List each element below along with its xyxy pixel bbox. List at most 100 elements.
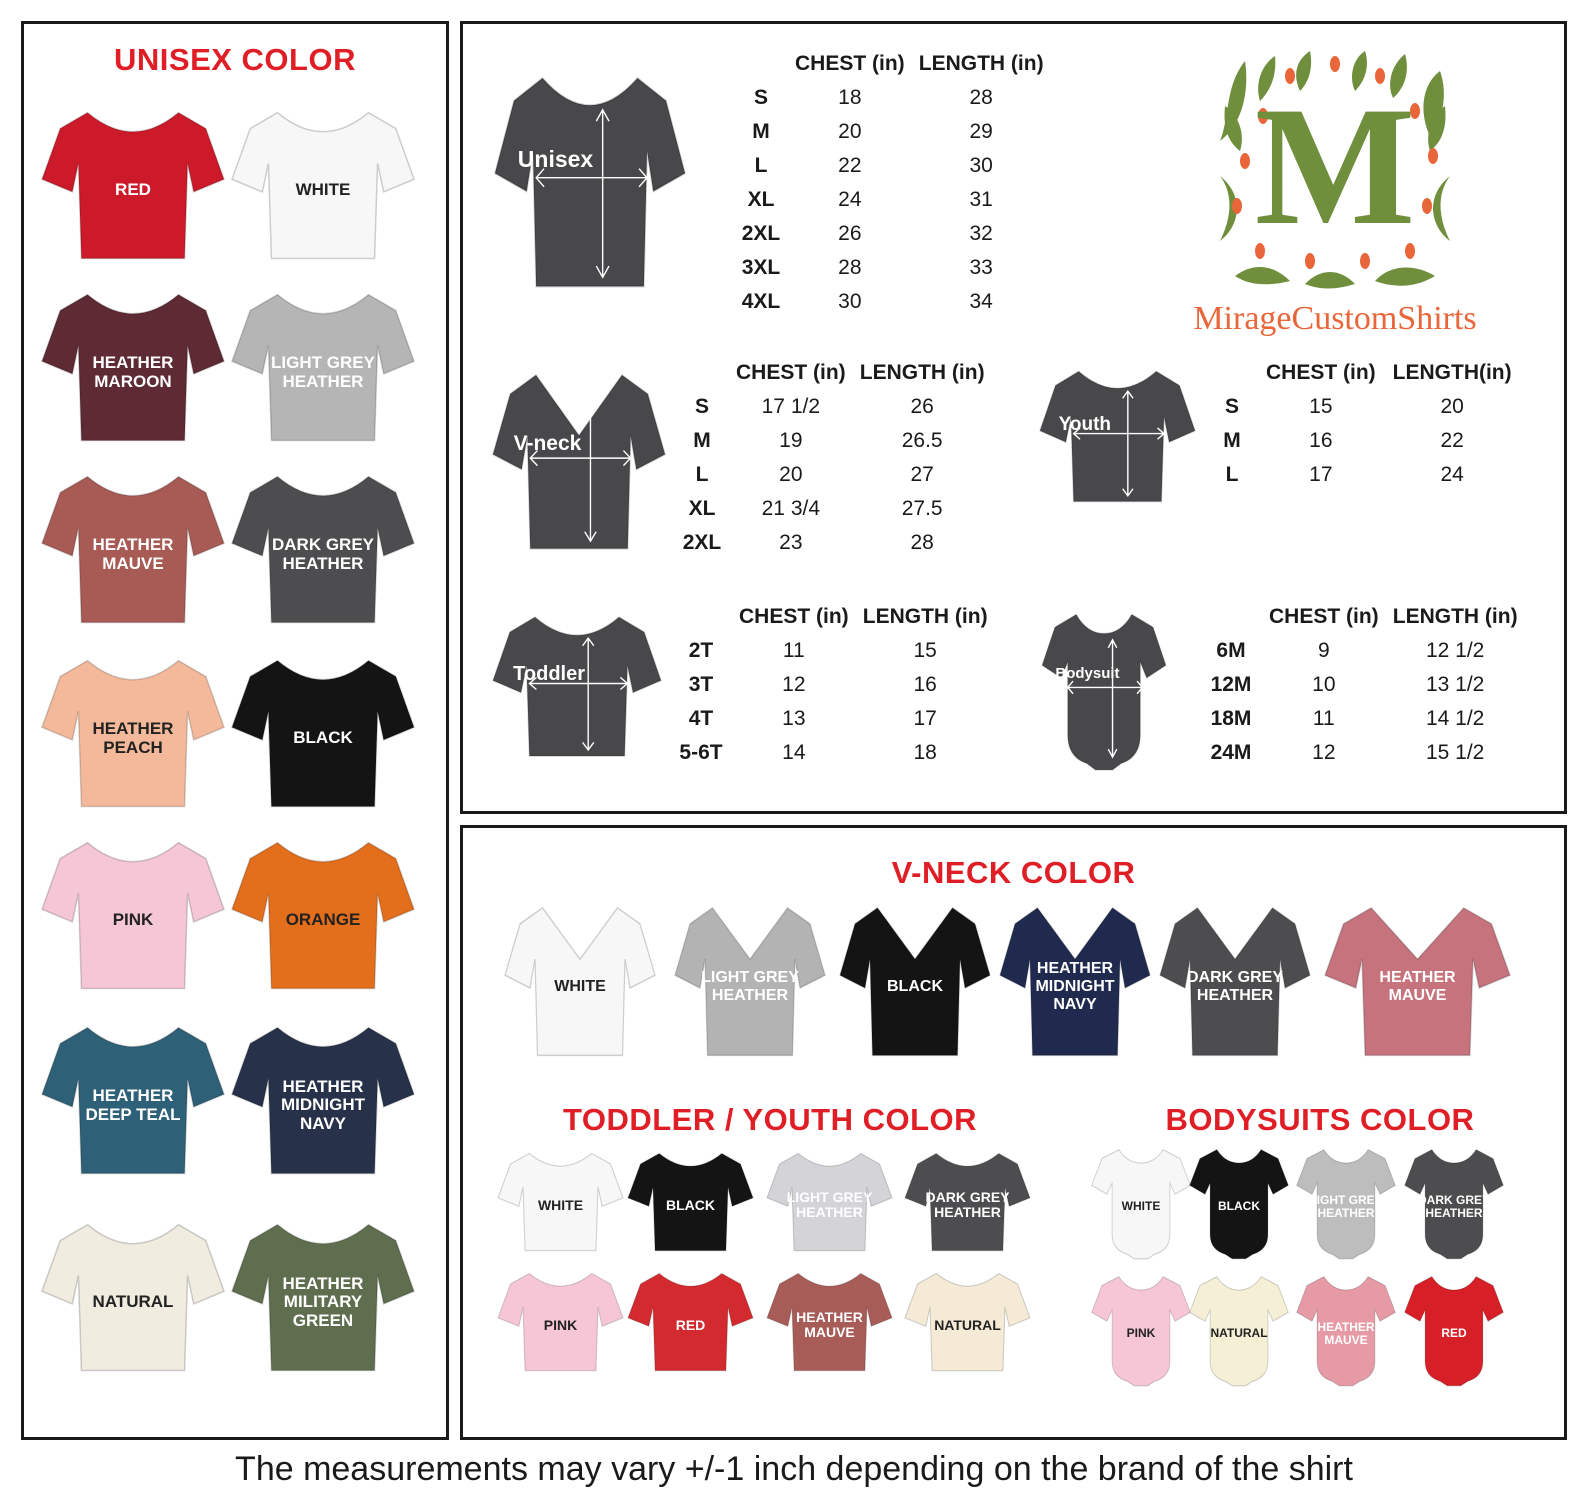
chest-value: 17 1/2: [761, 395, 821, 418]
brand-logo: M: [1215, 46, 1455, 291]
size-badge-label: V-neck: [513, 432, 582, 455]
size-diagram-shirt: Youth: [1039, 360, 1196, 510]
length-value: 28: [969, 86, 993, 109]
vneck-size-table: CHEST (in) LENGTH (in) S 17 1/2 26 M 19 26.5 L…: [675, 356, 992, 560]
chest-value: 16: [1309, 429, 1333, 452]
length-header: LENGTH(in): [1392, 361, 1512, 384]
length-value: 15: [913, 639, 937, 662]
chest-value: 13: [782, 707, 806, 730]
tshirt-shape: [674, 906, 826, 1057]
length-header: LENGTH (in): [1392, 605, 1518, 628]
chest-value: 18: [838, 86, 862, 109]
size-row: L 17 24: [1205, 458, 1522, 492]
size-row: S 18 28: [734, 81, 1051, 115]
size-badge-label: Youth: [1058, 414, 1112, 435]
chest-value: 15: [1309, 395, 1333, 418]
tshirt-shape: [41, 293, 225, 442]
bodysuit-color-swatch: DARK GREY HEATHER: [1403, 1143, 1505, 1261]
length-value: 22: [1440, 429, 1464, 452]
size-diagram-shirt: Unisex: [493, 60, 687, 300]
length-value: 27: [910, 463, 934, 486]
unisex-size-table: CHEST (in) LENGTH (in) S 18 28 M 20 29 L 22 30 XL…: [734, 47, 1051, 319]
tshirt-shape: [41, 475, 225, 624]
size-row: S 15 20: [1205, 390, 1522, 424]
tshirt-shape: [1324, 906, 1511, 1057]
tshirt-shape: [41, 111, 225, 260]
chest-value: 30: [838, 290, 862, 313]
size-label: M: [1223, 429, 1241, 452]
length-value: 12 1/2: [1425, 639, 1485, 662]
unisex-color-swatch: NATURAL: [41, 1212, 225, 1380]
tshirt-shape: [904, 1272, 1031, 1372]
size-diagram-shirt: Toddler: [492, 605, 662, 765]
size-label: 2XL: [682, 531, 722, 554]
unisex-color-swatch: WHITE: [231, 100, 415, 268]
unisex-color-swatch: HEATHER DEEP TEAL: [41, 1015, 225, 1183]
chest-header: CHEST (in): [1266, 361, 1376, 384]
size-row: L 22 30: [734, 149, 1051, 183]
chest-value: 12: [782, 673, 806, 696]
chest-value: 11: [1312, 707, 1335, 730]
size-label: XL: [688, 497, 716, 520]
length-value: 17: [913, 707, 937, 730]
bodysuit-shape: [1404, 1149, 1504, 1260]
tshirt-shape: [231, 293, 415, 442]
brand-name: MirageCustomShirts: [1193, 300, 1477, 337]
unisex-color-swatch: HEATHER MAROON: [41, 282, 225, 450]
tshirt-shape: [231, 1223, 415, 1372]
bodysuit-color-swatch: NATURAL: [1188, 1270, 1290, 1388]
size-row: S 17 1/2 26: [675, 390, 992, 424]
chest-value: 19: [779, 429, 803, 452]
size-row: XL 21 3/4 27.5: [675, 492, 992, 526]
tshirt-shape: [231, 659, 415, 808]
size-label: L: [695, 463, 709, 486]
length-value: 32: [969, 222, 993, 245]
chest-value: 14: [782, 741, 806, 764]
size-row: 6M 9 12 1/2: [1200, 634, 1525, 668]
size-row: 3T 12 16: [670, 668, 995, 702]
bodysuit-shape: [1091, 1276, 1191, 1387]
chest-value: 20: [779, 463, 803, 486]
size-label: S: [1224, 395, 1239, 418]
unisex-color-swatch: BLACK: [231, 648, 415, 816]
vneck-color-swatch: HEATHER MAUVE: [1324, 895, 1511, 1065]
size-label: 5-6T: [679, 741, 723, 764]
youth-size-table: CHEST (in) LENGTH(in) S 15 20 M 16 22 L 17 24: [1205, 356, 1522, 492]
size-row: 2XL 26 32: [734, 217, 1051, 251]
chest-value: 9: [1317, 639, 1330, 662]
bodysuit-color-swatch: HEATHER MAUVE: [1295, 1270, 1397, 1388]
size-label: 3T: [688, 673, 714, 696]
size-row: 4XL 30 34: [734, 285, 1051, 319]
size-row: M 16 22: [1205, 424, 1522, 458]
bodysuit-shape: [1091, 1149, 1191, 1260]
bodysuit-shape: [1296, 1276, 1396, 1387]
size-row: 24M 12 15 1/2: [1200, 736, 1525, 770]
size-row: 12M 10 13 1/2: [1200, 668, 1525, 702]
unisex-color-swatch: HEATHER MILITARY GREEN: [231, 1212, 415, 1380]
size-label: 3XL: [741, 256, 781, 279]
chest-value: 17: [1309, 463, 1333, 486]
unisex-color-swatch: HEATHER PEACH: [41, 648, 225, 816]
tshirt-shape: [1159, 906, 1311, 1057]
size-diagram-shirt: V-neck: [492, 360, 666, 560]
chest-value: 21 3/4: [761, 497, 821, 520]
bodysuit-shape: [1404, 1276, 1504, 1387]
unisex-color-swatch: LIGHT GREY HEATHER: [231, 282, 415, 450]
tshirt-shape: [492, 373, 666, 550]
length-header: LENGTH (in): [918, 52, 1044, 75]
unisex-color-swatch: HEATHER MAUVE: [41, 464, 225, 632]
chest-header: CHEST (in): [736, 361, 846, 384]
chest-value: 28: [838, 256, 862, 279]
chest-value: 12: [1312, 741, 1336, 764]
bodysuit-color-swatch: WHITE: [1090, 1143, 1192, 1261]
chest-header: CHEST (in): [795, 52, 905, 75]
bodysuit-color-swatch: BLACK: [1188, 1143, 1290, 1261]
size-label: 2XL: [741, 222, 781, 245]
tshirt-shape: [999, 906, 1151, 1057]
logo-letter: M: [1254, 72, 1416, 260]
length-value: 24: [1440, 463, 1464, 486]
size-badge-label: Bodysuit: [1055, 665, 1120, 683]
bodysuit-shape: [1041, 613, 1167, 771]
size-row: 2XL 23 28: [675, 526, 992, 560]
toddler-color-swatch: PINK: [497, 1265, 624, 1377]
